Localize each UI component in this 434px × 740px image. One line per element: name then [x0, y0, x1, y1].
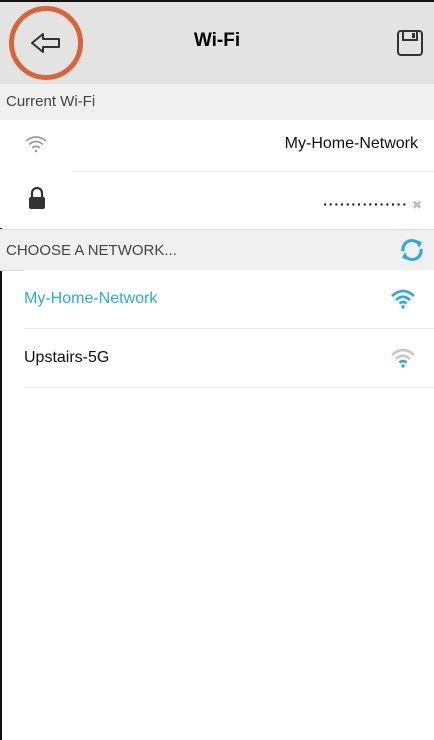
- network-item-my-home-network[interactable]: My-Home-Network: [24, 270, 434, 329]
- network-name: Upstairs-5G: [24, 349, 110, 366]
- wifi-icon: [25, 136, 47, 153]
- lock-icon: [29, 186, 45, 209]
- choose-network-section: CHOOSE A NETWORK...: [0, 229, 434, 271]
- password-field[interactable]: ···············: [323, 196, 408, 212]
- refresh-icon[interactable]: [398, 236, 426, 264]
- save-button[interactable]: [395, 28, 425, 58]
- current-wifi-section: Current Wi-Fi: [0, 83, 434, 121]
- current-wifi-label: Current Wi-Fi: [6, 93, 96, 110]
- current-ssid-value: My-Home-Network: [284, 135, 418, 152]
- current-ssid-row: My-Home-Network: [0, 120, 434, 172]
- page-title: Wi-Fi: [193, 30, 241, 51]
- choose-network-label: CHOOSE A NETWORK...: [6, 242, 177, 259]
- network-item-upstairs-5g[interactable]: Upstairs-5G: [24, 329, 434, 388]
- wifi-icon: [391, 348, 415, 368]
- save-icon: [397, 30, 423, 56]
- password-row[interactable]: ··············· ✖: [0, 172, 434, 228]
- clear-password-button[interactable]: ✖: [412, 198, 422, 212]
- wifi-icon: [391, 289, 415, 309]
- network-name: My-Home-Network: [24, 290, 158, 307]
- top-bar: Wi-Fi: [0, 0, 434, 86]
